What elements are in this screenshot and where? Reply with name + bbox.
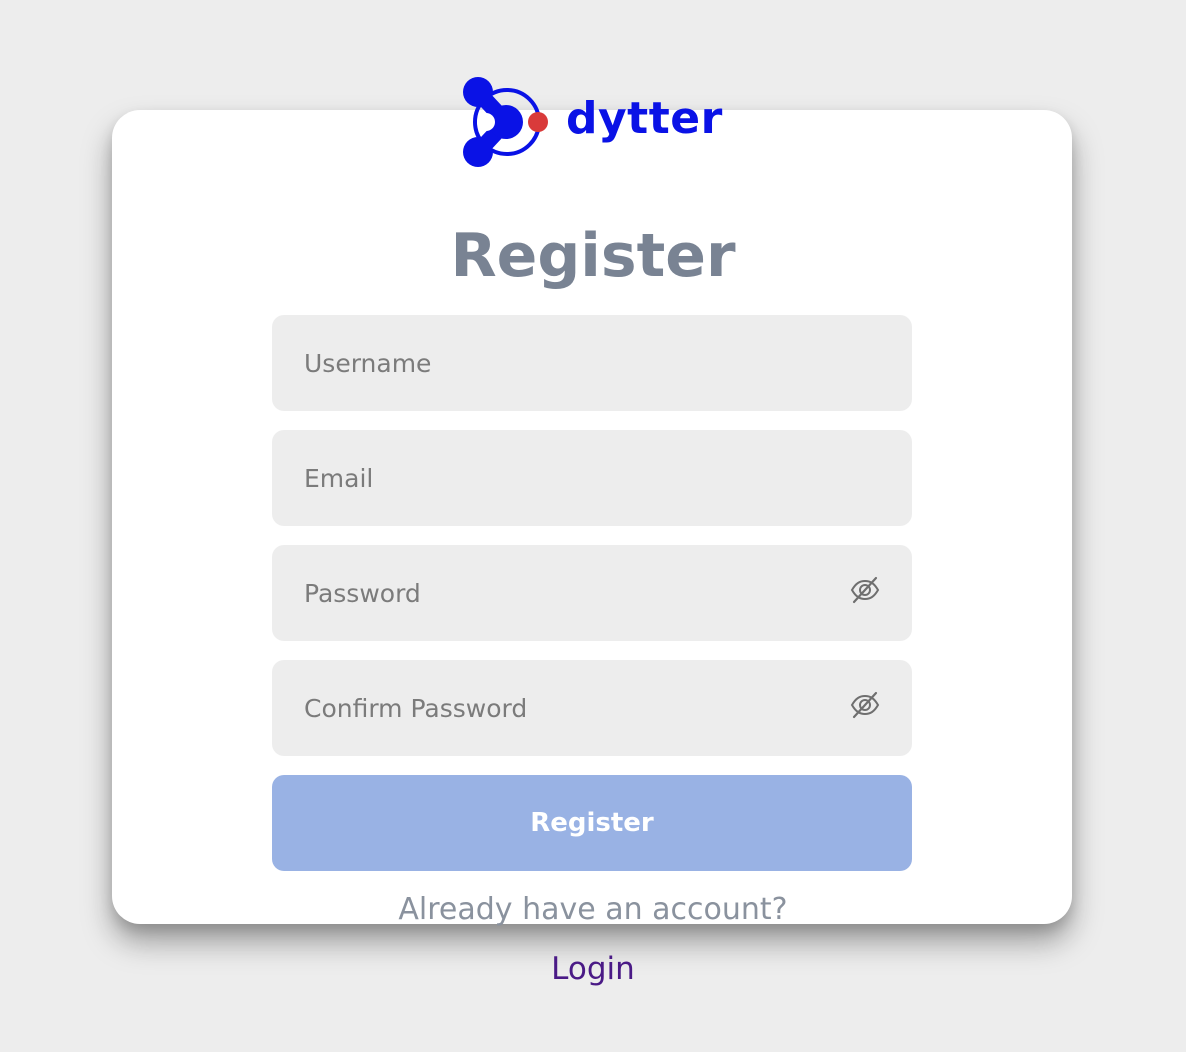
username-input[interactable] <box>272 315 912 411</box>
brand-name: dytter <box>566 92 723 144</box>
password-field <box>272 545 912 641</box>
password-input[interactable] <box>272 545 912 641</box>
login-link[interactable]: Login <box>543 948 643 990</box>
confirm-password-input[interactable] <box>272 660 912 756</box>
register-button[interactable]: Register <box>272 775 912 871</box>
eye-slash-icon[interactable] <box>850 690 880 720</box>
brand-logo: dytter <box>462 76 723 168</box>
dytter-logo-icon <box>463 77 548 167</box>
email-field <box>272 430 912 526</box>
confirm-password-field <box>272 660 912 756</box>
eye-slash-icon[interactable] <box>850 575 880 605</box>
page-title: Register <box>450 221 736 291</box>
username-field <box>272 315 912 411</box>
have-account-prompt: Already have an account? <box>398 892 788 927</box>
email-input[interactable] <box>272 430 912 526</box>
